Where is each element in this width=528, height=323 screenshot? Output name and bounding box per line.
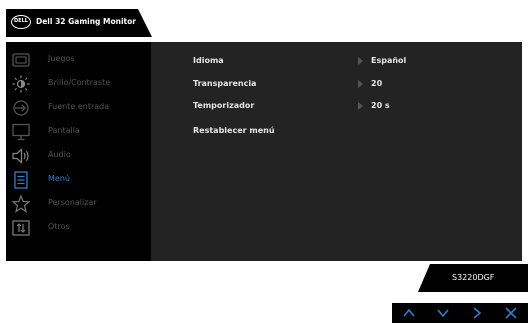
right-triangle-icon bbox=[358, 80, 363, 88]
dell-logo: DELL bbox=[11, 15, 31, 29]
setting-label: Restablecer menú bbox=[193, 126, 275, 135]
down-arrow-icon bbox=[437, 309, 449, 318]
menu-item-otros[interactable]: Otros bbox=[6, 216, 151, 240]
setting-value: 20 bbox=[371, 79, 383, 88]
gamepad-icon bbox=[11, 51, 31, 69]
right-button[interactable] bbox=[460, 303, 494, 323]
up-button[interactable] bbox=[392, 303, 426, 323]
menu-item-label: Pantalla bbox=[48, 126, 80, 135]
osd-panel: Juegos Brillo/Contraste Fuente entrada P… bbox=[6, 42, 522, 261]
down-button[interactable] bbox=[426, 303, 460, 323]
input-source-icon bbox=[11, 99, 31, 117]
monitor-title: Dell 32 Gaming Monitor bbox=[36, 17, 136, 26]
speaker-icon bbox=[11, 147, 31, 165]
menu-item-label: Otros bbox=[48, 222, 70, 231]
menu-item-label: Menú bbox=[48, 174, 70, 183]
up-arrow-icon bbox=[403, 308, 415, 317]
main-menu: Juegos Brillo/Contraste Fuente entrada P… bbox=[6, 42, 151, 261]
setting-label: Idioma bbox=[193, 56, 224, 65]
menu-item-label: Personalizar bbox=[48, 198, 97, 207]
menu-item-menu[interactable]: Menú bbox=[6, 168, 151, 192]
menu-item-label: Audio bbox=[48, 150, 71, 159]
others-icon bbox=[11, 219, 31, 237]
menu-item-label: Juegos bbox=[48, 54, 75, 63]
model-tab: S3220DGF bbox=[418, 264, 528, 292]
menu-item-audio[interactable]: Audio bbox=[6, 144, 151, 168]
menu-item-fuente-entrada[interactable]: Fuente entrada bbox=[6, 96, 151, 120]
close-icon bbox=[505, 307, 517, 319]
osd-header: DELL Dell 32 Gaming Monitor bbox=[6, 9, 152, 37]
setting-label: Transparencia bbox=[193, 79, 257, 88]
menu-icon bbox=[11, 171, 31, 189]
navigation-bar bbox=[392, 303, 528, 323]
close-button[interactable] bbox=[494, 303, 528, 323]
menu-item-brillo-contraste[interactable]: Brillo/Contraste bbox=[6, 72, 151, 96]
menu-item-juegos[interactable]: Juegos bbox=[6, 48, 151, 72]
right-triangle-icon bbox=[358, 57, 363, 65]
setting-value: 20 s bbox=[371, 101, 390, 110]
menu-item-personalizar[interactable]: Personalizar bbox=[6, 192, 151, 216]
display-icon bbox=[11, 123, 31, 141]
star-icon bbox=[11, 194, 31, 213]
right-triangle-icon bbox=[358, 102, 363, 110]
right-arrow-icon bbox=[473, 307, 482, 319]
menu-item-label: Fuente entrada bbox=[48, 102, 110, 111]
menu-item-pantalla[interactable]: Pantalla bbox=[6, 120, 151, 144]
setting-value: Español bbox=[371, 56, 407, 65]
brightness-icon bbox=[11, 75, 31, 93]
setting-label: Temporizador bbox=[193, 101, 255, 110]
model-name: S3220DGF bbox=[452, 273, 495, 282]
menu-item-label: Brillo/Contraste bbox=[48, 78, 111, 87]
